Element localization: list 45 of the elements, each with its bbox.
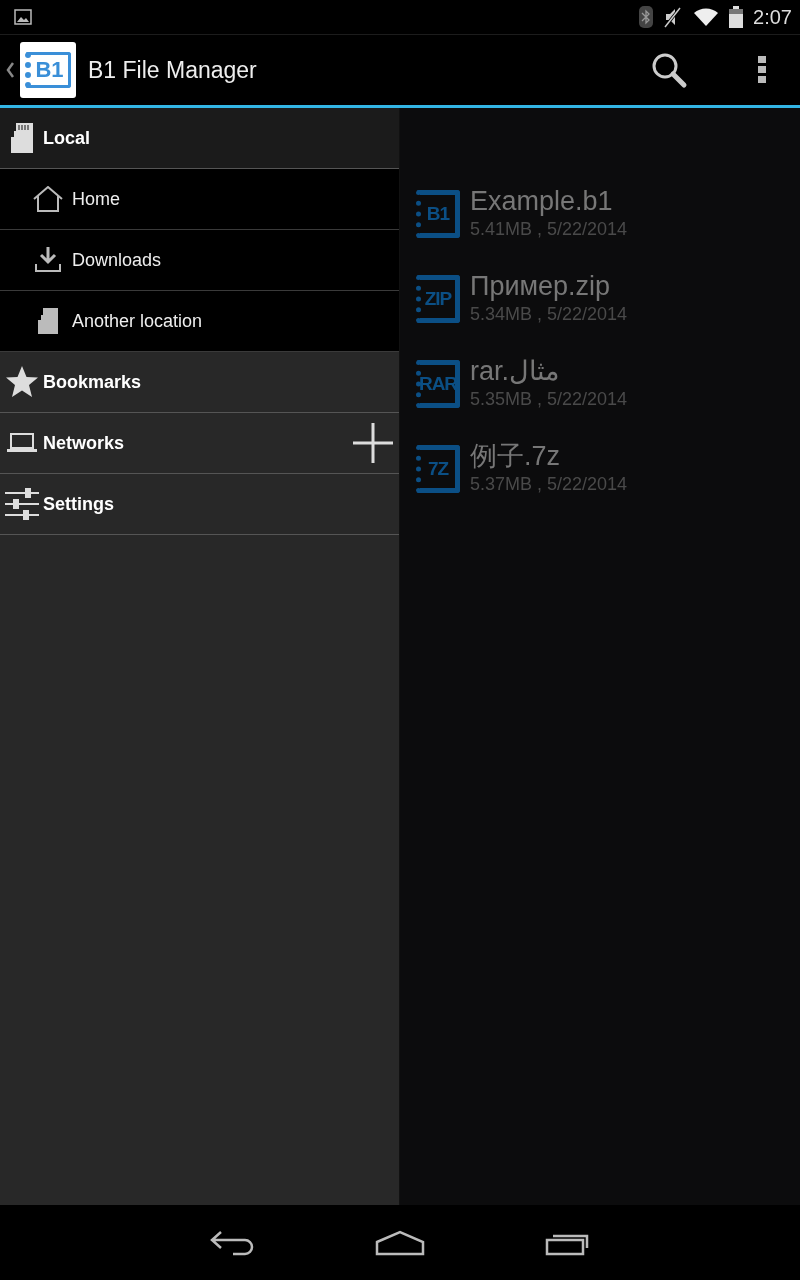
file-name: rar.مثال xyxy=(470,355,560,388)
file-item[interactable]: B1 Example.b1 5.41MB , 5/22/2014 xyxy=(416,184,800,269)
star-icon xyxy=(5,365,39,399)
drawer-item[interactable]: Downloads xyxy=(0,230,399,291)
battery-icon xyxy=(729,6,744,28)
home-icon[interactable] xyxy=(375,1229,425,1256)
drawer-section[interactable]: Local xyxy=(0,108,399,169)
drawer-section[interactable]: Bookmarks xyxy=(0,352,399,413)
search-icon[interactable] xyxy=(650,51,688,89)
back-icon[interactable] xyxy=(209,1229,255,1256)
file-item[interactable]: ZIP Пример.zip 5.34MB , 5/22/2014 xyxy=(416,269,800,354)
drawer-section-label: Settings xyxy=(43,493,114,515)
file-meta: 5.41MB , 5/22/2014 xyxy=(470,218,628,240)
drawer-section-label: Networks xyxy=(43,432,125,454)
home-icon xyxy=(33,186,63,212)
back-caret-icon[interactable] xyxy=(6,62,14,78)
add-icon[interactable] xyxy=(353,423,393,463)
download-icon xyxy=(35,247,61,273)
file-name: Example.b1 xyxy=(470,185,614,218)
clock-time: 2:07 xyxy=(753,5,792,29)
wifi-icon xyxy=(693,7,720,27)
drawer-item[interactable]: Another location xyxy=(0,291,399,352)
muted-speaker-icon xyxy=(663,6,684,28)
sd-card-icon xyxy=(11,123,33,153)
file-name: Пример.zip xyxy=(470,270,612,303)
file-meta: 5.35MB , 5/22/2014 xyxy=(470,388,628,410)
overflow-menu-icon[interactable] xyxy=(758,56,766,84)
file-meta: 5.37MB , 5/22/2014 xyxy=(470,473,628,495)
drawer-item[interactable]: Home xyxy=(0,169,399,230)
file-type-icon: 7Z xyxy=(416,445,460,493)
app-title: B1 File Manager xyxy=(88,56,257,84)
drawer-section[interactable]: Networks xyxy=(0,413,399,474)
file-type-icon: ZIP xyxy=(416,275,460,323)
sd-card-icon xyxy=(38,308,58,334)
image-notification-icon xyxy=(14,9,32,25)
file-type-icon: B1 xyxy=(416,190,460,238)
laptop-icon xyxy=(7,433,37,453)
file-item[interactable]: 7Z 例子.7z 5.37MB , 5/22/2014 xyxy=(416,439,800,524)
drawer-section-label: Local xyxy=(43,127,90,149)
bluetooth-icon xyxy=(639,6,654,28)
drawer-section-label: Bookmarks xyxy=(43,371,142,393)
file-name: 例子.7z xyxy=(470,440,562,473)
drawer-section[interactable]: Settings xyxy=(0,474,399,535)
sliders-icon xyxy=(5,488,39,520)
file-meta: 5.34MB , 5/22/2014 xyxy=(470,303,628,325)
